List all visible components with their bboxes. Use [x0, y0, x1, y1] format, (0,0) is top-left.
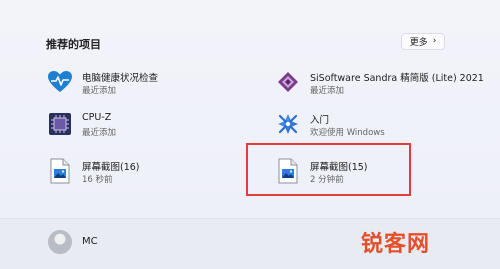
health-heart-icon	[46, 68, 74, 96]
item-name: 入门	[310, 115, 330, 126]
recommended-item-sandra[interactable]: SiSoftware Sandra 精简版 (Lite) 2021 最近添加	[274, 68, 494, 102]
item-subtitle: 16 秒前	[82, 175, 113, 185]
avatar[interactable]	[48, 230, 72, 254]
image-file-icon	[46, 157, 74, 185]
recommended-item-cpuz[interactable]: CPU-Z 最近添加	[46, 110, 266, 144]
user-name[interactable]: MC	[82, 236, 98, 247]
cpuz-icon	[46, 110, 74, 138]
recommended-panel: 推荐的项目 更多 › 电脑健康状况检查 最近添加 SiSoftware Sand…	[0, 0, 500, 218]
sandra-icon	[274, 68, 302, 96]
highlight-box	[246, 143, 411, 196]
item-name: 电脑健康状况检查	[82, 73, 159, 84]
item-name: SiSoftware Sandra 精简版 (Lite) 2021	[310, 73, 484, 84]
recommended-item-health-check[interactable]: 电脑健康状况检查 最近添加	[46, 68, 266, 102]
item-subtitle: 欢迎使用 Windows	[310, 128, 385, 138]
item-name: CPU-Z	[82, 112, 112, 123]
get-started-icon	[274, 110, 302, 138]
more-button[interactable]: 更多 ›	[401, 33, 445, 50]
more-label: 更多	[409, 38, 428, 48]
item-subtitle: 最近添加	[82, 86, 117, 96]
watermark: 锐客网	[361, 232, 431, 257]
recommended-item-get-started[interactable]: 入门 欢迎使用 Windows	[274, 110, 494, 144]
item-subtitle: 最近添加	[310, 86, 345, 96]
item-subtitle: 最近添加	[82, 128, 117, 138]
section-title: 推荐的项目	[46, 38, 101, 51]
recommended-item-screenshot-16[interactable]: 屏幕截图(16) 16 秒前	[46, 157, 266, 191]
item-name: 屏幕截图(16)	[82, 162, 140, 173]
chevron-right-icon: ›	[432, 36, 437, 46]
